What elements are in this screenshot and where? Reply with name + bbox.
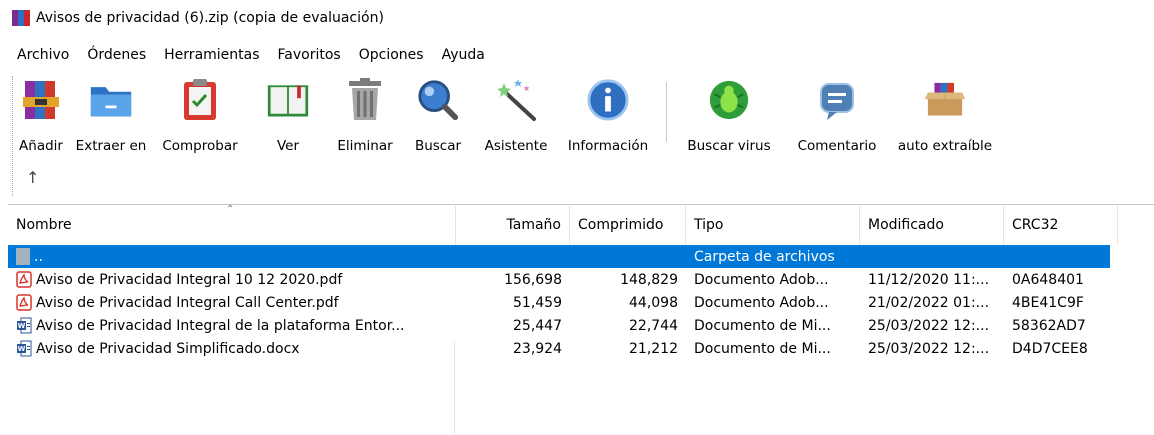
trash-icon: [343, 76, 387, 124]
name-column-empty-area: [8, 341, 455, 435]
wizard-label: Asistente: [484, 138, 548, 154]
view-button[interactable]: Ver: [248, 70, 328, 162]
menu-herramientas[interactable]: Herramientas: [155, 47, 268, 63]
file-crc: 58362AD7: [1012, 317, 1086, 334]
comment-icon: [815, 76, 859, 124]
info-icon: [586, 76, 630, 124]
virus-scan-button[interactable]: Buscar virus: [675, 70, 783, 162]
pdf-icon: [16, 271, 32, 288]
info-button[interactable]: Información: [558, 70, 658, 162]
column-crc32[interactable]: CRC32: [1004, 206, 1118, 244]
column-size-label: Tamaño: [506, 217, 561, 233]
column-modified[interactable]: Modificado: [860, 206, 1004, 244]
menu-archivo[interactable]: Archivo: [8, 47, 78, 63]
menu-ordenes[interactable]: Órdenes: [78, 47, 155, 63]
toolbar-separator: [666, 82, 667, 142]
file-type: Documento Adob...: [694, 294, 829, 311]
column-type-label: Tipo: [694, 217, 724, 233]
wizard-button[interactable]: Asistente: [474, 70, 558, 162]
table-row-parent[interactable]: .. Carpeta de archivos: [8, 245, 1110, 268]
parent-name: ..: [34, 248, 43, 265]
comment-button[interactable]: Comentario: [783, 70, 891, 162]
file-type: Documento Adob...: [694, 271, 829, 288]
wizard-wand-icon: [494, 76, 538, 124]
file-type: Documento de Mi...: [694, 317, 831, 334]
pdf-icon: [16, 294, 32, 311]
info-label: Información: [567, 138, 649, 154]
file-size: 25,447: [513, 317, 562, 334]
window-title: Avisos de privacidad (6).zip (copia de e…: [36, 10, 384, 26]
file-name: Aviso de Privacidad Integral Call Center…: [36, 294, 339, 311]
column-type[interactable]: Tipo: [686, 206, 860, 244]
comment-label: Comentario: [797, 138, 877, 154]
file-packed: 148,829: [620, 271, 678, 288]
file-name: Aviso de Privacidad Integral 10 12 2020.…: [36, 271, 343, 288]
column-name[interactable]: Nombre ⌃: [8, 204, 456, 244]
test-clipboard-icon: [178, 76, 222, 124]
file-modified: 11/12/2020 11:...: [868, 271, 990, 288]
extract-to-label: Extraer en: [75, 138, 147, 154]
extract-to-button[interactable]: Extraer en: [70, 70, 152, 162]
test-label: Comprobar: [162, 138, 238, 154]
file-packed: 22,744: [629, 317, 678, 334]
file-modified: 25/03/2022 12:...: [868, 317, 990, 334]
file-modified: 21/02/2022 01:...: [868, 294, 990, 311]
file-crc: D4D7CEE8: [1012, 340, 1088, 357]
delete-button[interactable]: Eliminar: [328, 70, 402, 162]
winrar-app-icon: [12, 10, 30, 26]
find-button[interactable]: Buscar: [402, 70, 474, 162]
sfx-button[interactable]: auto extraíble: [891, 70, 999, 162]
file-crc: 4BE41C9F: [1012, 294, 1084, 311]
magnifier-icon: [416, 76, 460, 124]
title-bar: Avisos de privacidad (6).zip (copia de e…: [0, 0, 1154, 36]
sfx-box-icon: [923, 76, 967, 124]
column-modified-label: Modificado: [868, 217, 944, 233]
virus-scan-label: Buscar virus: [687, 138, 771, 154]
file-name: Aviso de Privacidad Integral de la plata…: [36, 317, 405, 334]
file-list: Nombre ⌃ Tamaño Comprimido Tipo Modifica…: [8, 204, 1154, 435]
menu-bar: Archivo Órdenes Herramientas Favoritos O…: [0, 44, 494, 66]
extract-folder-icon: [89, 76, 133, 124]
toolbar: Añadir Extraer en Comprobar Ver Eliminar…: [12, 70, 999, 170]
column-packed[interactable]: Comprimido: [570, 206, 686, 244]
column-name-label: Nombre: [16, 217, 72, 233]
parent-type: Carpeta de archivos: [694, 248, 835, 265]
table-row[interactable]: Aviso de Privacidad Integral Call Center…: [8, 291, 1110, 314]
column-packed-label: Comprimido: [578, 217, 664, 233]
add-button[interactable]: Añadir: [12, 70, 70, 162]
test-button[interactable]: Comprobar: [152, 70, 248, 162]
list-header: Nombre ⌃ Tamaño Comprimido Tipo Modifica…: [8, 204, 1118, 244]
file-size: 51,459: [513, 294, 562, 311]
menu-favoritos[interactable]: Favoritos: [269, 47, 350, 63]
column-crc32-label: CRC32: [1012, 217, 1059, 233]
delete-label: Eliminar: [337, 138, 393, 154]
file-size: 23,924: [513, 340, 562, 357]
file-type: Documento de Mi...: [694, 340, 831, 357]
view-label: Ver: [276, 138, 300, 154]
file-size: 156,698: [504, 271, 562, 288]
column-size[interactable]: Tamaño: [456, 206, 570, 244]
folder-up-icon: [16, 248, 30, 265]
file-packed: 44,098: [629, 294, 678, 311]
svg-text:W: W: [18, 322, 26, 330]
add-archive-icon: [19, 76, 63, 124]
file-crc: 0A648401: [1012, 271, 1084, 288]
add-label: Añadir: [19, 138, 63, 154]
table-row[interactable]: Aviso de Privacidad Integral 10 12 2020.…: [8, 268, 1110, 291]
sfx-label: auto extraíble: [897, 138, 993, 154]
view-book-icon: [266, 76, 310, 124]
find-label: Buscar: [414, 138, 462, 154]
word-icon: W: [17, 317, 32, 334]
sort-ascending-icon: ⌃: [226, 204, 235, 215]
file-modified: 25/03/2022 12:...: [868, 340, 990, 357]
menu-opciones[interactable]: Opciones: [350, 47, 433, 63]
up-arrow-icon[interactable]: ↑: [26, 168, 39, 187]
menu-ayuda[interactable]: Ayuda: [433, 47, 494, 63]
table-row[interactable]: W Aviso de Privacidad Integral de la pla…: [8, 314, 1110, 337]
file-packed: 21,212: [629, 340, 678, 357]
virus-bug-icon: [707, 76, 751, 124]
